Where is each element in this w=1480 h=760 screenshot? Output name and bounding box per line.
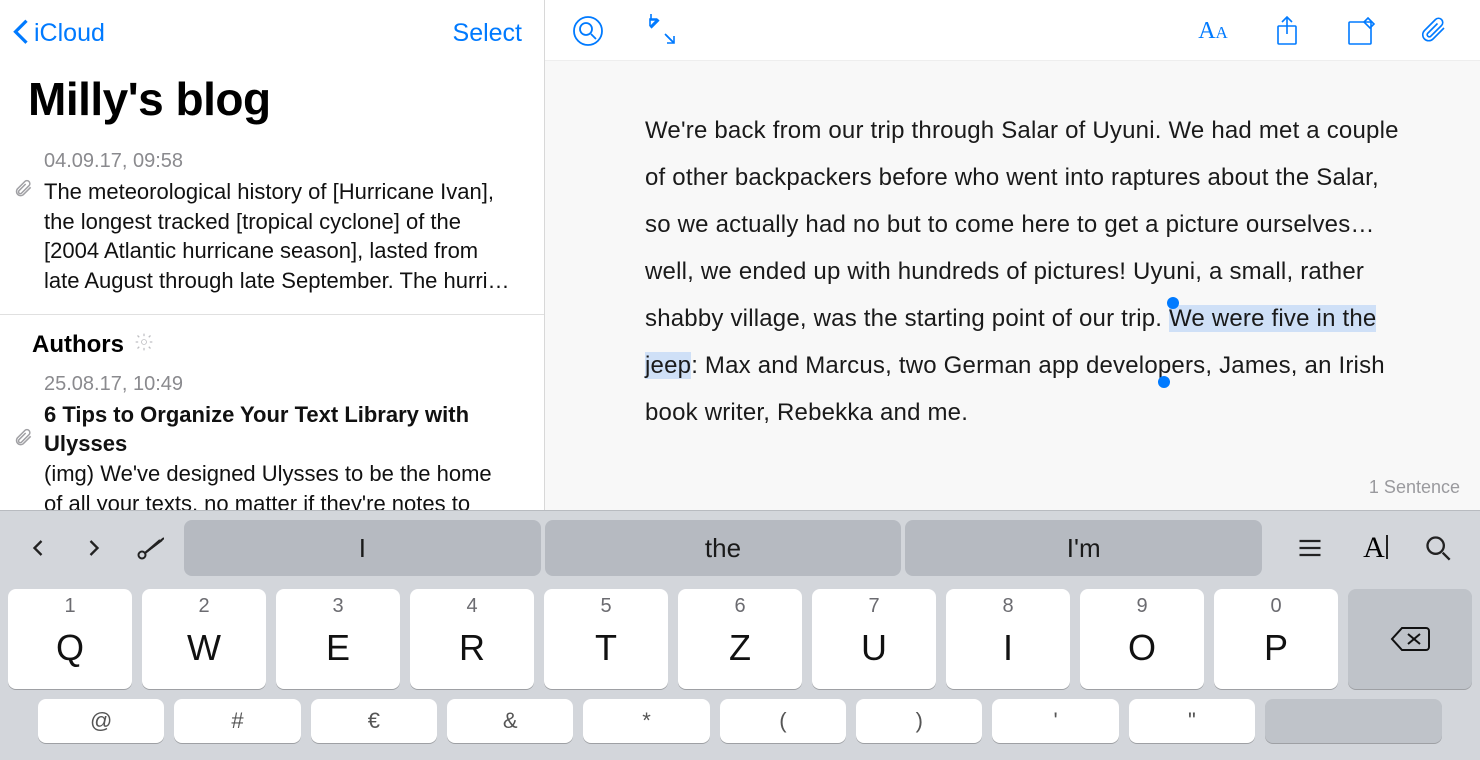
key-i[interactable]: 8I [946, 589, 1070, 689]
notes-sidebar: iCloud Select Milly's blog 04.09.17, 09:… [0, 0, 545, 510]
status-badge: 1 Sentence [1369, 477, 1460, 498]
paperclip-icon [14, 179, 34, 199]
search-icon[interactable] [571, 14, 605, 48]
suggestion[interactable]: the [545, 520, 902, 576]
paperclip-icon[interactable] [1418, 14, 1452, 48]
keyboard: I the I'm A 1Q 2W 3E 4R 5T 6Z 7U 8I 9O [0, 510, 1480, 760]
text-style-icon[interactable]: AA [1196, 14, 1230, 48]
note-preview: (img) We've designed Ulysses to be the h… [44, 461, 492, 510]
expand-icon[interactable] [645, 14, 679, 48]
editor-text-after: : Max and Marcus, two German app develop… [645, 352, 1385, 426]
back-button[interactable]: iCloud [10, 18, 105, 48]
chevron-left-icon [10, 18, 32, 48]
key-amp[interactable]: & [447, 699, 573, 743]
key-o[interactable]: 9O [1080, 589, 1204, 689]
key-return[interactable] [1265, 699, 1442, 743]
key-r[interactable]: 4R [410, 589, 534, 689]
key-rparen[interactable]: ) [856, 699, 982, 743]
key-apos[interactable]: ' [992, 699, 1118, 743]
note-title: 6 Tips to Organize Your Text Library wit… [44, 402, 469, 457]
back-label: iCloud [34, 19, 105, 48]
key-backspace[interactable] [1348, 589, 1472, 689]
suggestion[interactable]: I'm [905, 520, 1262, 576]
undo-icon[interactable] [24, 534, 52, 562]
editor-toolbar: AA [545, 0, 1480, 61]
suggestion-bar: I the I'm A [0, 511, 1480, 585]
editor-body[interactable]: We're back from our trip through Salar o… [645, 107, 1400, 436]
editor-pane: AA We're back from our trip through Sala… [545, 0, 1480, 510]
page-title: Milly's blog [0, 58, 544, 144]
key-q[interactable]: 1Q [8, 589, 132, 689]
cut-icon[interactable] [136, 534, 164, 562]
note-date: 04.09.17, 09:58 [44, 150, 516, 173]
key-u[interactable]: 7U [812, 589, 936, 689]
key-euro[interactable]: € [311, 699, 437, 743]
note-date: 25.08.17, 10:49 [44, 373, 516, 396]
gear-icon [134, 331, 154, 359]
keyboard-row: 1Q 2W 3E 4R 5T 6Z 7U 8I 9O 0P [8, 589, 1472, 689]
editor-text-before: We're back from our trip through Salar o… [645, 117, 1399, 332]
suggestion[interactable]: I [184, 520, 541, 576]
selection-handle-end[interactable] [1158, 376, 1170, 388]
redo-icon[interactable] [80, 534, 108, 562]
select-button[interactable]: Select [453, 19, 522, 48]
note-item[interactable]: 25.08.17, 10:49 6 Tips to Organize Your … [0, 367, 544, 510]
note-item[interactable]: 04.09.17, 09:58 The meteorological histo… [0, 144, 544, 315]
key-at[interactable]: @ [38, 699, 164, 743]
compose-icon[interactable] [1344, 14, 1378, 48]
text-cursor-icon[interactable]: A [1360, 534, 1388, 562]
key-quote[interactable]: " [1129, 699, 1255, 743]
key-lparen[interactable]: ( [720, 699, 846, 743]
list-icon[interactable] [1296, 534, 1324, 562]
key-t[interactable]: 5T [544, 589, 668, 689]
search-icon[interactable] [1424, 534, 1452, 562]
key-e[interactable]: 3E [276, 589, 400, 689]
share-icon[interactable] [1270, 14, 1304, 48]
note-preview: The meteorological history of [Hurricane… [44, 177, 516, 296]
paperclip-icon [14, 428, 34, 448]
section-header[interactable]: Authors [0, 315, 544, 367]
key-z[interactable]: 6Z [678, 589, 802, 689]
key-hash[interactable]: # [174, 699, 300, 743]
section-header-label: Authors [32, 331, 124, 359]
key-star[interactable]: * [583, 699, 709, 743]
key-w[interactable]: 2W [142, 589, 266, 689]
keyboard-row: @ # € & * ( ) ' " [8, 699, 1472, 743]
key-p[interactable]: 0P [1214, 589, 1338, 689]
